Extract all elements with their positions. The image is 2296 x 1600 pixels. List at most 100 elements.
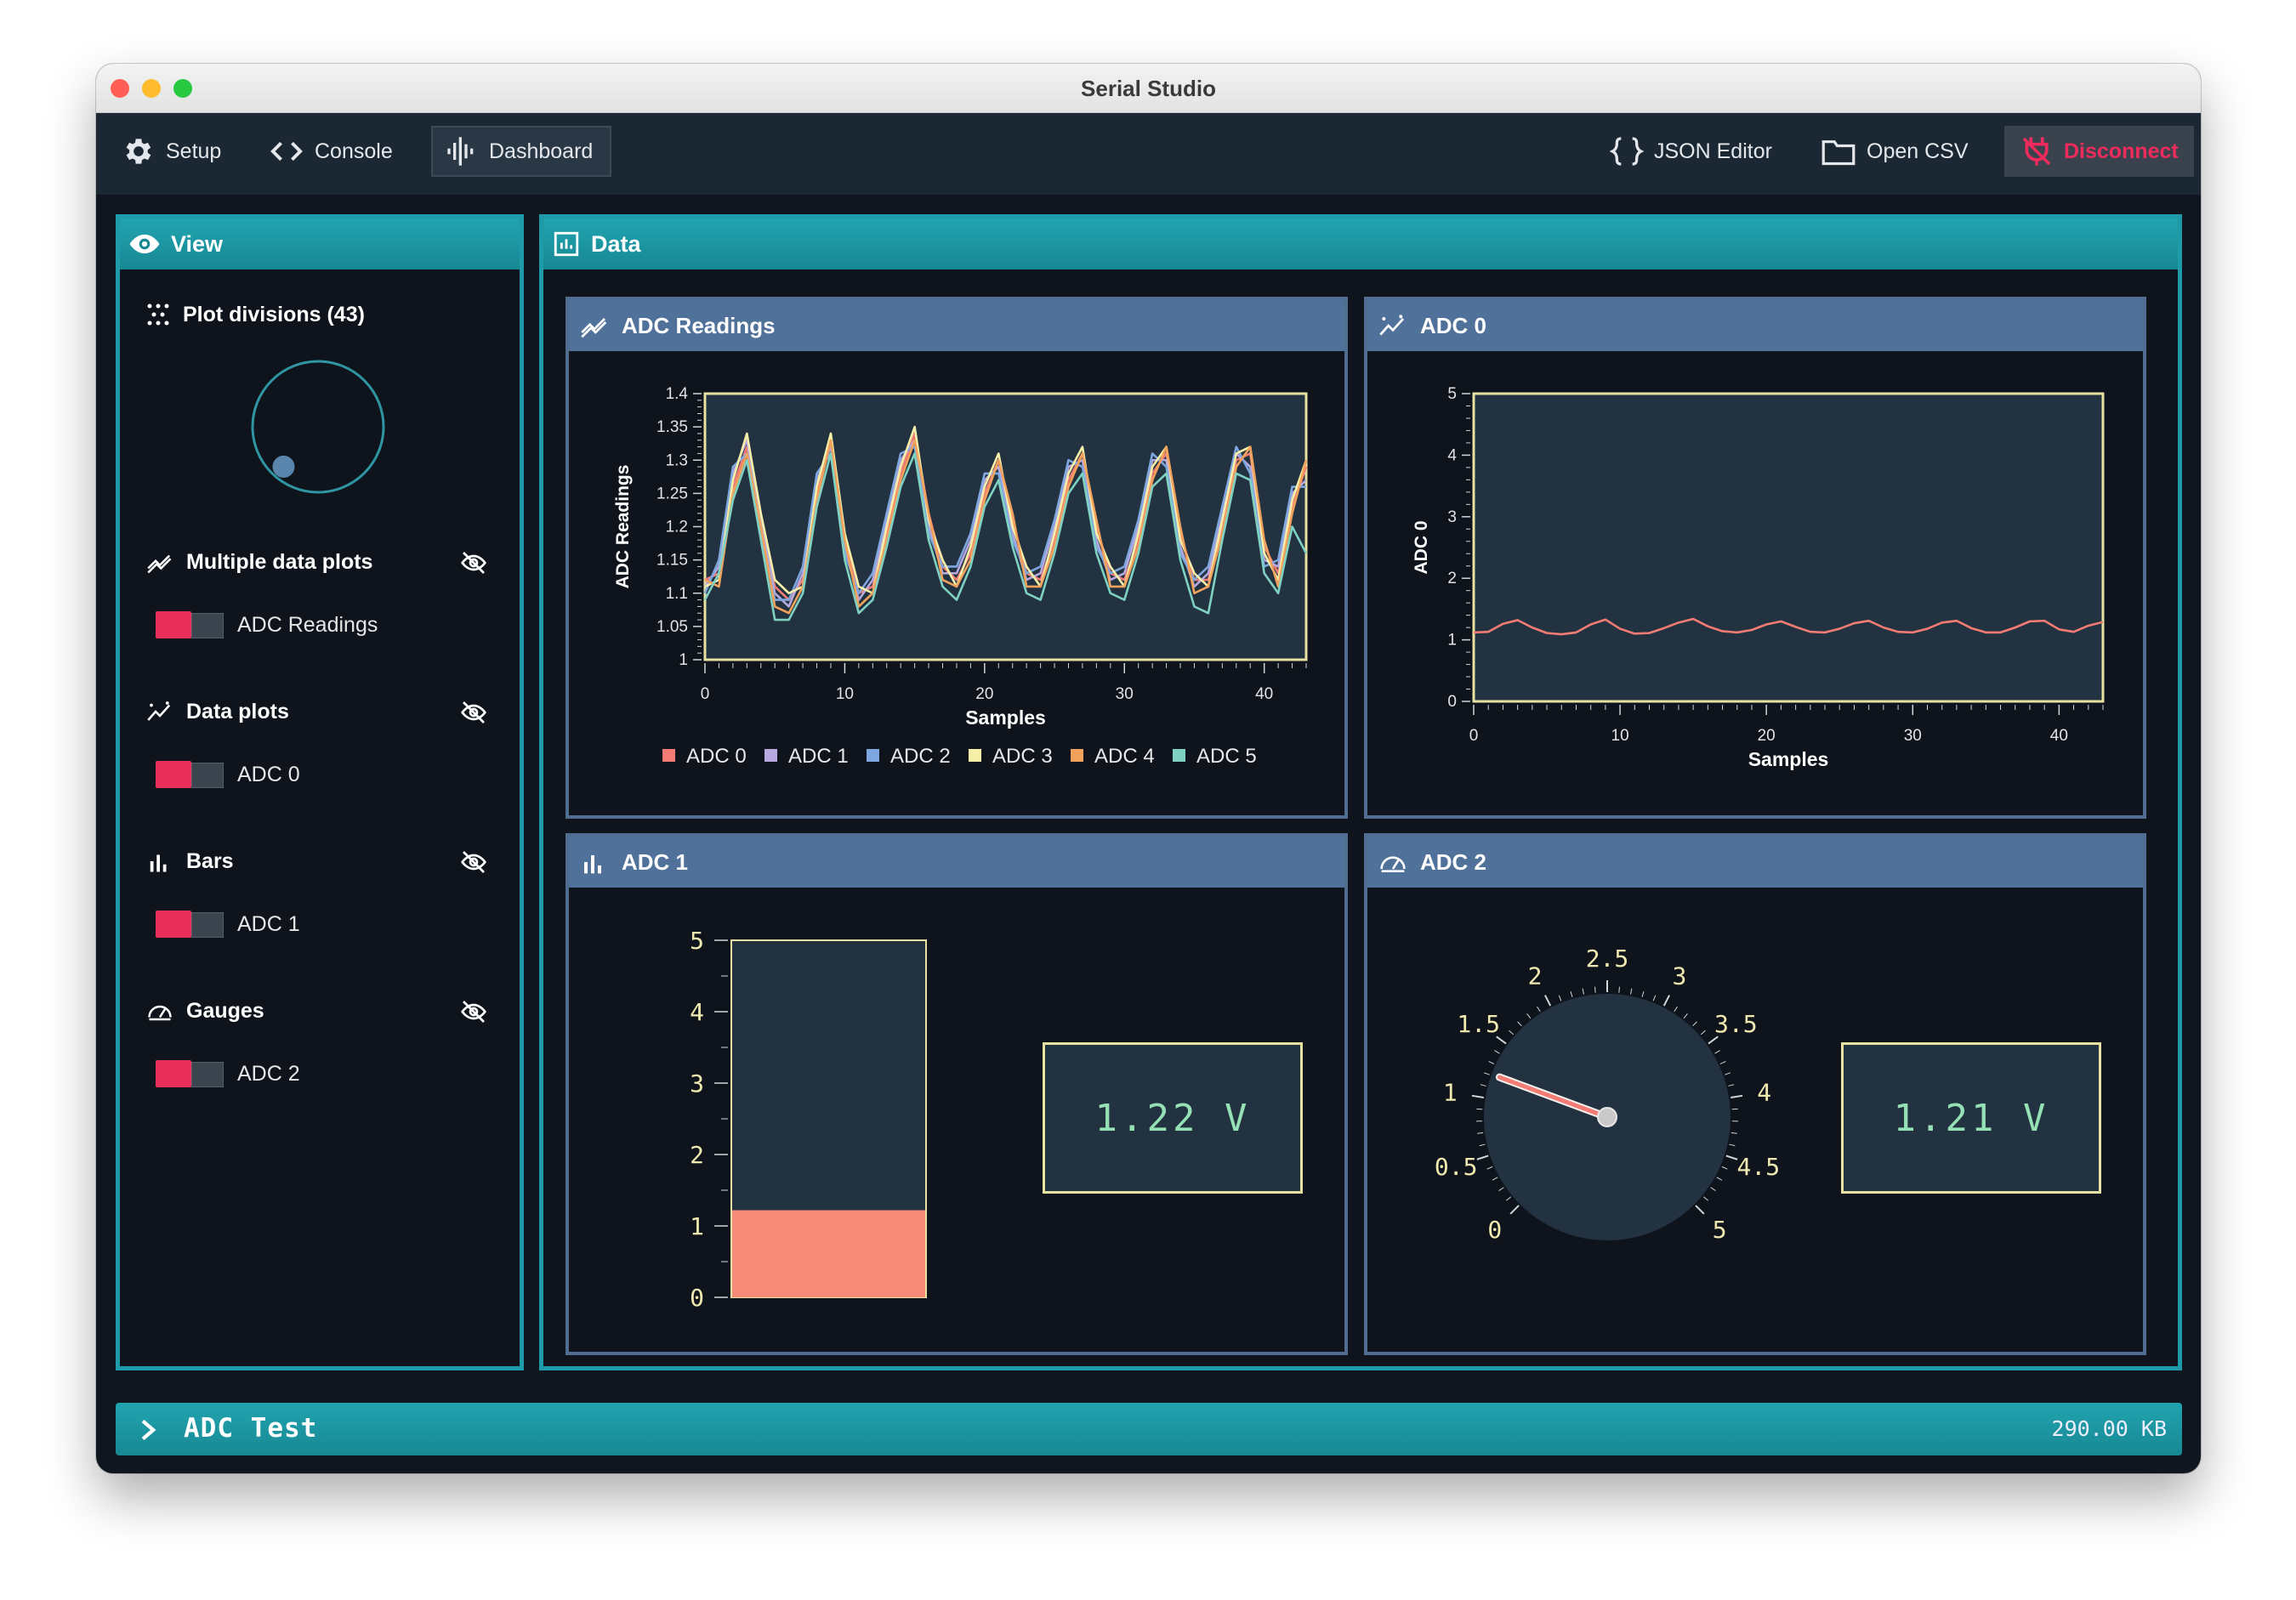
plot-divisions-knob[interactable] xyxy=(246,355,390,499)
gauge-tick xyxy=(1544,995,1552,1007)
gauge-hub xyxy=(1597,1107,1617,1127)
gauge-minor-tick xyxy=(1480,1084,1486,1087)
gauge-minor-tick xyxy=(1594,986,1596,993)
json-editor-label: JSON Editor xyxy=(1654,139,1772,163)
widget-header: ADC 2 xyxy=(1367,837,2143,888)
chart-icon xyxy=(554,231,579,257)
setup-button[interactable]: Setup xyxy=(122,126,221,177)
legend-swatch xyxy=(867,749,879,762)
switch-label: ADC 1 xyxy=(237,911,300,936)
adc1-bar: 0 1 2 3 4 5 xyxy=(690,927,927,1312)
gauge-tick-label: 2 xyxy=(1528,962,1543,990)
group-header-data-plots: Data plots xyxy=(145,699,289,724)
widget-title: ADC 0 xyxy=(1420,312,1487,338)
gauge-minor-tick xyxy=(1488,1060,1495,1064)
gauge-minor-tick xyxy=(1714,1050,1720,1054)
y-tick-label: 0 xyxy=(1447,693,1457,711)
open-csv-button[interactable]: Open CSV xyxy=(1821,126,1969,177)
gauge-minor-tick xyxy=(1652,995,1657,1001)
y-tick-label: 1 xyxy=(1447,632,1457,650)
data-panel: Data ADC Readings 1 1.05 1.1 1.15 1.2 1.25 1.3… xyxy=(539,214,2182,1370)
gauge-tick xyxy=(1509,1205,1520,1215)
y-tick-label: 1.35 xyxy=(656,418,688,436)
gauge-minor-tick xyxy=(1558,995,1562,1001)
y-tick-label: 1.05 xyxy=(656,618,688,636)
widget-adc-readings: ADC Readings 1 1.05 1.1 1.15 1.2 1.25 1.3 1.35 1… xyxy=(565,297,1348,819)
x-tick-label: 30 xyxy=(1116,685,1134,703)
gauge-tick xyxy=(1725,1155,1738,1160)
title-bar: Serial Studio xyxy=(96,64,2201,113)
x-tick-label: 40 xyxy=(1255,685,1273,703)
console-label: Console xyxy=(315,139,393,163)
y-tick-label: 1.1 xyxy=(666,585,688,603)
code-icon xyxy=(270,141,303,162)
bar-tick-label: 2 xyxy=(690,1141,704,1169)
gauge-tick xyxy=(1471,1094,1484,1098)
y-tick-label: 1.3 xyxy=(666,451,688,469)
adc2-value-display: 1.21 V xyxy=(1841,1042,2101,1194)
hide-eye-icon[interactable] xyxy=(458,998,489,1025)
gauge-minor-tick xyxy=(1725,1072,1731,1075)
y-tick-label: 1.4 xyxy=(666,385,689,403)
y-axis-label: ADC 0 xyxy=(1412,520,1431,574)
knob-handle[interactable] xyxy=(272,455,295,478)
gauge-minor-tick xyxy=(1479,1143,1486,1147)
switch-label: ADC 0 xyxy=(237,762,300,786)
y-tick-label: 1 xyxy=(679,651,688,669)
gauge-minor-tick xyxy=(1716,1177,1723,1181)
group-title: Bars xyxy=(186,848,234,873)
legend-entry: ADC 2 xyxy=(890,745,951,768)
status-bar[interactable]: ADC Test 290.00 KB xyxy=(116,1403,2182,1455)
gauge-tick-label: 1.5 xyxy=(1457,1010,1500,1038)
legend-entry: ADC 0 xyxy=(686,745,747,768)
x-tick-label: 0 xyxy=(1469,727,1479,745)
bar-tick-label: 5 xyxy=(690,927,704,955)
legend-swatch xyxy=(969,749,981,762)
toggle-adc0[interactable]: ADC 0 xyxy=(156,761,300,788)
group-title: Data plots xyxy=(186,699,289,723)
console-button[interactable]: Console xyxy=(269,126,393,177)
gauge-minor-tick xyxy=(1710,1187,1716,1191)
disconnect-button[interactable]: Disconnect xyxy=(2004,126,2194,177)
switch[interactable] xyxy=(156,1060,224,1087)
gauge-tick-label: 2.5 xyxy=(1586,945,1629,973)
multiplot-icon xyxy=(581,318,607,338)
switch[interactable] xyxy=(156,911,224,938)
switch[interactable] xyxy=(156,761,224,788)
gauge-tick-label: 5 xyxy=(1713,1216,1727,1244)
hide-eye-icon[interactable] xyxy=(458,549,489,576)
gauge-minor-tick xyxy=(1526,1013,1532,1019)
gauge-minor-tick xyxy=(1494,1050,1500,1054)
gauge-tick xyxy=(1695,1205,1705,1215)
x-axis-label: Samples xyxy=(965,706,1046,729)
toggle-adc1[interactable]: ADC 1 xyxy=(156,911,300,938)
gauge-minor-tick xyxy=(1570,990,1573,997)
waveform-icon xyxy=(447,137,474,166)
y-tick-label: 2 xyxy=(1447,570,1457,587)
project-title: ADC Test xyxy=(184,1413,318,1444)
toggle-adc-readings[interactable]: ADC Readings xyxy=(156,611,378,638)
gauge-tick-label: 4 xyxy=(1757,1079,1771,1107)
gauge-minor-tick xyxy=(1728,1084,1735,1087)
gauge-minor-tick xyxy=(1517,1021,1522,1027)
group-title: Gauges xyxy=(186,998,264,1023)
gauge-minor-tick xyxy=(1498,1187,1504,1191)
adc2-gauge: 0 0.5 1 1.5 2 2.5 3 3.5 4 4.5 5 xyxy=(1435,945,1780,1244)
setup-label: Setup xyxy=(166,139,222,163)
gauge-minor-tick xyxy=(1492,1177,1498,1181)
gauge-minor-tick xyxy=(1719,1060,1726,1064)
x-tick-label: 0 xyxy=(701,685,710,703)
dashboard-button[interactable]: Dashboard xyxy=(431,126,611,177)
toggle-adc2[interactable]: ADC 2 xyxy=(156,1060,300,1087)
x-tick-label: 30 xyxy=(1904,727,1922,745)
hide-eye-icon[interactable] xyxy=(458,699,489,726)
switch[interactable] xyxy=(156,611,224,638)
switch-label: ADC 2 xyxy=(237,1061,300,1086)
gauge-tick-label: 3 xyxy=(1672,962,1686,990)
json-editor-button[interactable]: JSON Editor xyxy=(1610,126,1772,177)
x-axis-label: Samples xyxy=(1748,748,1829,770)
hide-eye-icon[interactable] xyxy=(458,848,489,876)
plot-divisions-label: Plot divisions (43) xyxy=(145,302,365,327)
chevron-right-icon[interactable] xyxy=(139,1418,158,1442)
folder-icon xyxy=(1821,140,1856,166)
